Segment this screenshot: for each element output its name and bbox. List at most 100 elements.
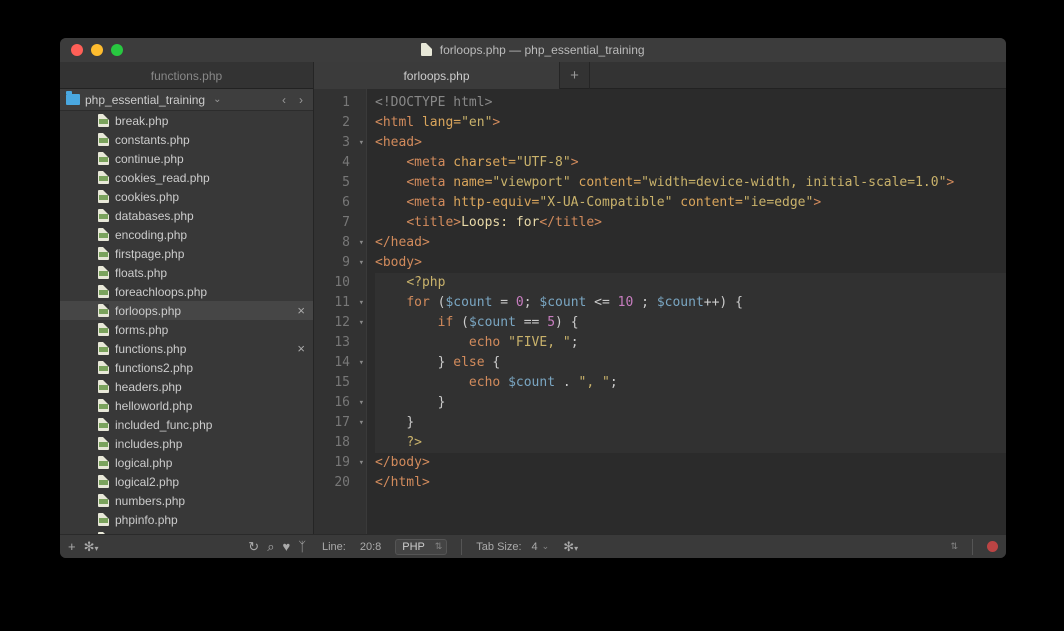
close-window-button[interactable] xyxy=(71,44,83,56)
gear-icon[interactable]: ✻▾ xyxy=(84,539,99,555)
gutter[interactable]: 1234567891011121314151617181920 xyxy=(314,89,354,534)
editor-tab-label: forloops.php xyxy=(403,69,469,83)
file-name: forloops.php xyxy=(115,304,181,318)
minimize-window-button[interactable] xyxy=(91,44,103,56)
line-label: Line: xyxy=(322,541,346,553)
file-icon xyxy=(98,133,109,146)
tabsize-label: Tab Size: xyxy=(476,541,521,553)
file-name: continue.php xyxy=(115,152,184,166)
file-row[interactable]: phpinfo.php xyxy=(60,510,313,529)
document-icon xyxy=(421,43,432,56)
file-name: foreachloops.php xyxy=(115,285,207,299)
file-icon xyxy=(98,494,109,507)
file-icon xyxy=(98,209,109,222)
zoom-window-button[interactable] xyxy=(111,44,123,56)
add-button[interactable]: + xyxy=(68,539,76,554)
file-row[interactable]: continue.php xyxy=(60,149,313,168)
file-row[interactable]: cookies_read.php xyxy=(60,168,313,187)
file-name: break.php xyxy=(115,114,168,128)
file-row[interactable]: forms.php xyxy=(60,320,313,339)
line-number[interactable]: 16 xyxy=(314,393,354,413)
line-number[interactable]: 12 xyxy=(314,313,354,333)
file-row[interactable]: encoding.php xyxy=(60,225,313,244)
file-row[interactable]: floats.php xyxy=(60,263,313,282)
file-icon xyxy=(98,361,109,374)
line-number[interactable]: 17 xyxy=(314,413,354,433)
refresh-icon[interactable]: ↻ xyxy=(248,539,259,555)
line-number[interactable]: 10 xyxy=(314,273,354,293)
divider xyxy=(972,539,973,555)
code-content[interactable]: <!DOCTYPE html><html lang="en"><head> <m… xyxy=(367,89,1006,534)
file-row[interactable]: includes.php xyxy=(60,434,313,453)
line-number[interactable]: 19 xyxy=(314,453,354,473)
file-row[interactable]: helloworld.php xyxy=(60,396,313,415)
file-row[interactable]: logical.php xyxy=(60,453,313,472)
file-row[interactable]: functions.php× xyxy=(60,339,313,358)
folder-icon xyxy=(66,94,80,105)
file-row[interactable]: databases.php xyxy=(60,206,313,225)
file-icon xyxy=(98,266,109,279)
updown-icon[interactable]: ⇅ xyxy=(950,541,958,552)
plus-icon: + xyxy=(570,67,579,84)
file-name: constants.php xyxy=(115,133,190,147)
line-number[interactable]: 1 xyxy=(314,93,354,113)
file-name: cookies_read.php xyxy=(115,171,210,185)
close-icon[interactable]: × xyxy=(297,341,305,356)
file-row[interactable]: firstpage.php xyxy=(60,244,313,263)
line-number[interactable]: 7 xyxy=(314,213,354,233)
editor-tab-active[interactable]: forloops.php xyxy=(314,62,560,89)
breadcrumb[interactable]: php_essential_training ⌄ ‹ › xyxy=(60,89,313,111)
search-icon[interactable]: ⌕ xyxy=(267,539,274,555)
line-number[interactable]: 18 xyxy=(314,433,354,453)
file-row[interactable]: logical2.php xyxy=(60,472,313,491)
line-number[interactable]: 9 xyxy=(314,253,354,273)
settings-icon[interactable]: ✻▾ xyxy=(563,539,578,555)
file-row[interactable]: break.php xyxy=(60,111,313,130)
file-name: pointers.php xyxy=(115,532,181,535)
file-row[interactable]: pointers.php xyxy=(60,529,313,534)
updown-icon: ⇅ xyxy=(435,541,443,552)
file-row[interactable]: included_func.php xyxy=(60,415,313,434)
close-icon[interactable]: × xyxy=(297,303,305,318)
nav-forward-button[interactable]: › xyxy=(295,93,307,107)
sidebar-tab[interactable]: functions.php xyxy=(60,62,314,89)
nav-back-button[interactable]: ‹ xyxy=(278,93,290,107)
title-filename: forloops.php xyxy=(440,43,506,57)
file-row[interactable]: numbers.php xyxy=(60,491,313,510)
new-tab-button[interactable]: + xyxy=(560,62,590,89)
branch-icon[interactable]: ᛉ xyxy=(298,539,306,554)
line-number[interactable]: 4 xyxy=(314,153,354,173)
file-icon xyxy=(98,152,109,165)
file-row[interactable]: forloops.php × xyxy=(60,301,313,320)
file-icon xyxy=(98,399,109,412)
line-number[interactable]: 6 xyxy=(314,193,354,213)
line-number[interactable]: 5 xyxy=(314,173,354,193)
chevron-down-icon[interactable]: ⌄ xyxy=(542,541,550,552)
heart-icon[interactable]: ♥ xyxy=(282,539,290,554)
file-row[interactable]: cookies.php xyxy=(60,187,313,206)
syntax-select[interactable]: PHP ⇅ xyxy=(395,539,447,555)
file-name: functions2.php xyxy=(115,361,193,375)
line-number[interactable]: 15 xyxy=(314,373,354,393)
file-row[interactable]: functions2.php xyxy=(60,358,313,377)
file-icon xyxy=(98,247,109,260)
file-row[interactable]: foreachloops.php xyxy=(60,282,313,301)
line-number[interactable]: 3 xyxy=(314,133,354,153)
sidebar-tab-label: functions.php xyxy=(151,69,222,83)
file-row[interactable]: headers.php xyxy=(60,377,313,396)
file-list[interactable]: break.php constants.php continue.php cookie… xyxy=(60,111,313,534)
line-number[interactable]: 11 xyxy=(314,293,354,313)
record-indicator[interactable] xyxy=(987,541,998,552)
line-number[interactable]: 2 xyxy=(314,113,354,133)
line-number[interactable]: 20 xyxy=(314,473,354,493)
line-number[interactable]: 8 xyxy=(314,233,354,253)
code-area[interactable]: 1234567891011121314151617181920 <!DOCTYP… xyxy=(314,89,1006,534)
line-number[interactable]: 13 xyxy=(314,333,354,353)
line-value: 20:8 xyxy=(360,541,381,553)
tabsize-value[interactable]: 4 xyxy=(532,541,538,553)
file-row[interactable]: constants.php xyxy=(60,130,313,149)
line-number[interactable]: 14 xyxy=(314,353,354,373)
file-name: helloworld.php xyxy=(115,399,192,413)
file-name: numbers.php xyxy=(115,494,185,508)
chevron-down-icon: ⌄ xyxy=(213,94,221,105)
